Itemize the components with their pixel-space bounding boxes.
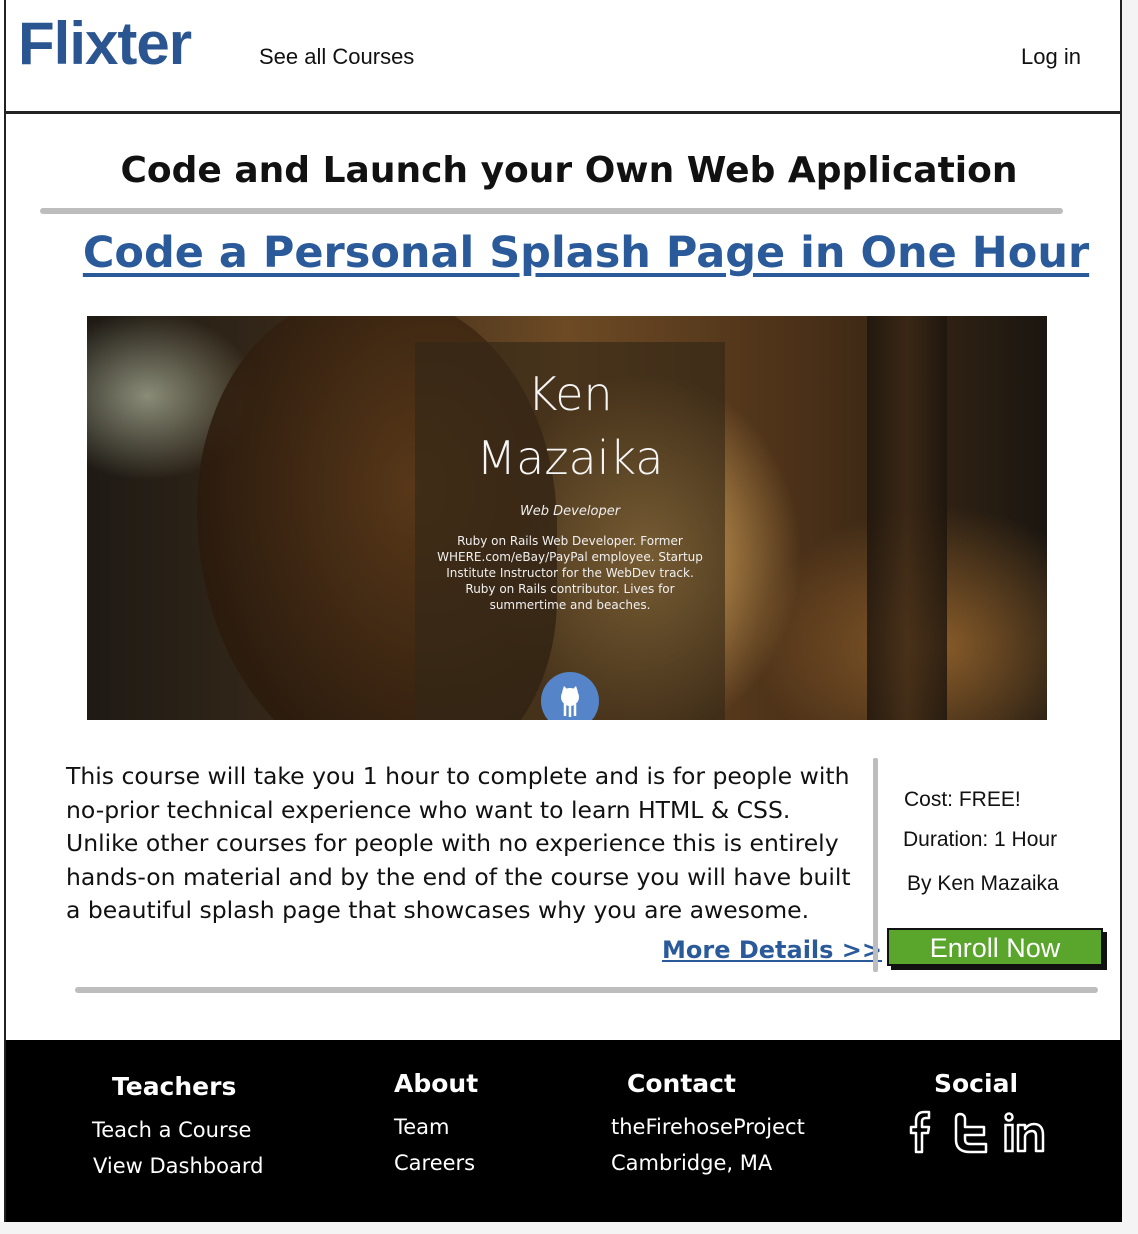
footer-heading-social: Social <box>934 1069 1019 1098</box>
course-description: This course will take you 1 hour to comp… <box>66 762 851 924</box>
facebook-icon[interactable] <box>906 1108 934 1160</box>
course-title-link[interactable]: Code a Personal Splash Page in One Hour <box>0 228 1138 278</box>
footer-link-careers[interactable]: Careers <box>394 1151 475 1175</box>
hero-last-name: Mazaika <box>476 431 664 485</box>
details-divider <box>873 758 878 972</box>
hero-name: Ken Mazaika <box>415 362 725 490</box>
window-edge-bottom <box>0 1222 1138 1234</box>
github-icon[interactable] <box>541 672 599 720</box>
course-hero-image: Ken Mazaika Web Developer Ruby on Rails … <box>87 316 1047 720</box>
hero-bio: Ruby on Rails Web Developer. Former WHER… <box>437 534 703 612</box>
more-details-link[interactable]: More Details >> <box>662 936 882 964</box>
hero-role: Web Developer <box>519 504 621 519</box>
footer-link-location[interactable]: Cambridge, MA <box>611 1151 772 1175</box>
course-cost: Cost: FREE! <box>904 788 1021 811</box>
content-divider <box>75 987 1098 993</box>
page-headline: Code and Launch your Own Web Application <box>120 150 1018 191</box>
course-duration: Duration: 1 Hour <box>903 828 1058 851</box>
footer-link-teach-course[interactable]: Teach a Course <box>92 1118 251 1142</box>
hero-profile-card: Ken Mazaika Web Developer Ruby on Rails … <box>415 342 725 720</box>
footer-link-view-dashboard[interactable]: View Dashboard <box>93 1154 263 1178</box>
twitter-icon[interactable] <box>952 1108 992 1160</box>
hero-background-tree <box>867 316 947 720</box>
footer-heading-contact: Contact <box>627 1069 736 1098</box>
header-divider <box>6 111 1122 114</box>
footer-heading-about: About <box>394 1069 479 1098</box>
nav-login[interactable]: Log in <box>1021 44 1081 70</box>
footer-heading-teachers: Teachers <box>112 1072 237 1101</box>
logo[interactable]: Flixter <box>18 14 192 74</box>
footer-link-team[interactable]: Team <box>394 1115 450 1139</box>
course-author: By Ken Mazaika <box>907 872 1059 895</box>
headline-divider <box>40 208 1063 214</box>
hero-first-name: Ken <box>527 367 613 421</box>
enroll-now-button[interactable]: Enroll Now <box>887 928 1103 966</box>
linkedin-icon[interactable] <box>1002 1108 1046 1160</box>
nav-see-all-courses[interactable]: See all Courses <box>259 44 414 70</box>
footer-link-firehose[interactable]: theFirehoseProject <box>611 1115 805 1139</box>
